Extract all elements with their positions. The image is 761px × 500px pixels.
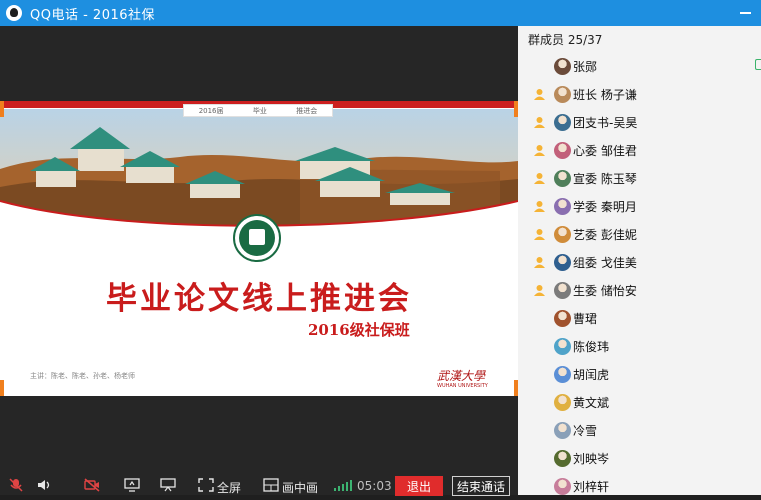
- member-name: 班长 杨子谦: [573, 87, 637, 102]
- camera-off-icon[interactable]: [84, 478, 100, 492]
- title-bar: QQ电话 - 2016社保: [0, 0, 761, 26]
- member-row[interactable]: 艺委 彭佳妮: [518, 220, 761, 248]
- member-name: 心委 邹佳君: [573, 143, 637, 158]
- member-name: 学委 秦明月: [573, 199, 637, 214]
- speaker-icon[interactable]: [36, 478, 52, 492]
- member-name: 曹珺: [573, 311, 598, 326]
- pip-label[interactable]: 画中画: [282, 479, 318, 496]
- avatar: [554, 113, 571, 131]
- screen-share-icon[interactable]: [124, 478, 140, 492]
- member-name: 陈俊玮: [573, 339, 610, 354]
- member-name: 组委 戈佳美: [573, 255, 637, 270]
- avatar: [554, 421, 571, 439]
- member-row[interactable]: 曹珺: [518, 304, 761, 332]
- avatar: [554, 365, 571, 383]
- slide-tag: 2016届 毕业 推进会: [183, 104, 333, 117]
- admin-badge-icon: [534, 285, 545, 296]
- slide-subtitle: 2016级社保班: [308, 321, 410, 339]
- member-row[interactable]: 胡闰虎: [518, 360, 761, 388]
- avatar: [554, 85, 571, 103]
- admin-badge-icon: [534, 117, 545, 128]
- microphone-muted-icon[interactable]: [8, 478, 24, 492]
- call-controls: 全屏 画中画 05:03 退出 结束通话: [0, 475, 518, 496]
- window-title: QQ电话 - 2016社保: [30, 7, 156, 23]
- corner-mark: [0, 380, 4, 396]
- slide-title: 毕业论文线上推进会: [106, 281, 412, 317]
- minimize-icon[interactable]: [740, 12, 751, 14]
- member-row[interactable]: 生委 储怡安: [518, 276, 761, 304]
- corner-mark: [0, 101, 4, 117]
- member-row[interactable]: 冷雪: [518, 416, 761, 444]
- slide-tag-left: 2016届: [198, 106, 224, 115]
- member-name: 宣委 陈玉琴: [573, 171, 637, 186]
- member-row[interactable]: 组委 戈佳美: [518, 248, 761, 276]
- admin-badge-icon: [534, 145, 545, 156]
- member-name: 张郧: [573, 59, 598, 74]
- admin-badge-icon: [534, 229, 545, 240]
- avatar: [554, 197, 571, 215]
- admin-badge-icon: [534, 201, 545, 212]
- avatar: [554, 477, 571, 495]
- member-name: 刘映岑: [573, 451, 610, 466]
- exit-button[interactable]: 退出: [395, 476, 443, 496]
- picture-in-picture-icon[interactable]: [263, 478, 279, 492]
- member-name: 生委 储怡安: [573, 283, 637, 298]
- end-call-button[interactable]: 结束通话: [452, 476, 510, 496]
- member-name: 艺委 彭佳妮: [573, 227, 637, 242]
- admin-badge-icon: [534, 173, 545, 184]
- member-row[interactable]: 班长 杨子谦: [518, 80, 761, 108]
- university-signature: 武漢大學: [437, 369, 486, 383]
- member-name: 胡闰虎: [573, 367, 610, 382]
- member-row[interactable]: 团支书-吴昊: [518, 108, 761, 136]
- member-name: 刘梓轩: [573, 479, 610, 494]
- call-timer: 05:03: [357, 479, 392, 493]
- member-row[interactable]: 刘梓轩: [518, 472, 761, 500]
- avatar: [554, 449, 571, 467]
- qq-logo-icon: [6, 5, 22, 21]
- member-row[interactable]: 张郧: [518, 52, 761, 80]
- fullscreen-icon[interactable]: [198, 478, 214, 492]
- avatar: [554, 309, 571, 327]
- avatar: [554, 393, 571, 411]
- avatar: [554, 57, 571, 75]
- member-name: 团支书-吴昊: [573, 115, 638, 130]
- slide-tag-right: 推进会: [296, 106, 318, 115]
- presentation-icon[interactable]: [160, 478, 176, 492]
- member-name: 黄文斌: [573, 395, 610, 410]
- member-row[interactable]: 黄文斌: [518, 388, 761, 416]
- university-signature-sub: WUHAN UNIVERSITY: [437, 383, 488, 389]
- member-row[interactable]: 心委 邹佳君: [518, 136, 761, 164]
- member-panel: 群成员 25/37 张郧班长 杨子谦 团支书-吴昊 心委 邹佳君 宣委 陈玉琴 学委 秦…: [518, 26, 761, 495]
- avatar: [554, 141, 571, 159]
- shared-slide: 2016届 毕业 推进会 毕业论文线上推进会 2016级社保班 主讲：陈老、陈老…: [0, 101, 518, 396]
- member-row[interactable]: 刘映岑: [518, 444, 761, 472]
- admin-badge-icon: [534, 257, 545, 268]
- scroll-indicator[interactable]: [755, 59, 761, 70]
- university-logo: [233, 214, 281, 262]
- avatar: [554, 253, 571, 271]
- member-count: 群成员 25/37: [528, 33, 603, 47]
- slide-tag-mid: 毕业: [252, 106, 267, 115]
- slide-presenters: 主讲：陈老、陈老、孙老、杨老师: [30, 372, 135, 380]
- avatar: [554, 225, 571, 243]
- member-name: 冷雪: [573, 423, 598, 438]
- member-row[interactable]: 陈俊玮: [518, 332, 761, 360]
- avatar: [554, 169, 571, 187]
- avatar: [554, 281, 571, 299]
- member-row[interactable]: 宣委 陈玉琴: [518, 164, 761, 192]
- avatar: [554, 337, 571, 355]
- signal-strength-icon: [334, 480, 352, 491]
- fullscreen-label[interactable]: 全屏: [217, 479, 241, 496]
- campus-photo: [0, 109, 518, 227]
- admin-badge-icon: [534, 89, 545, 100]
- member-row[interactable]: 学委 秦明月: [518, 192, 761, 220]
